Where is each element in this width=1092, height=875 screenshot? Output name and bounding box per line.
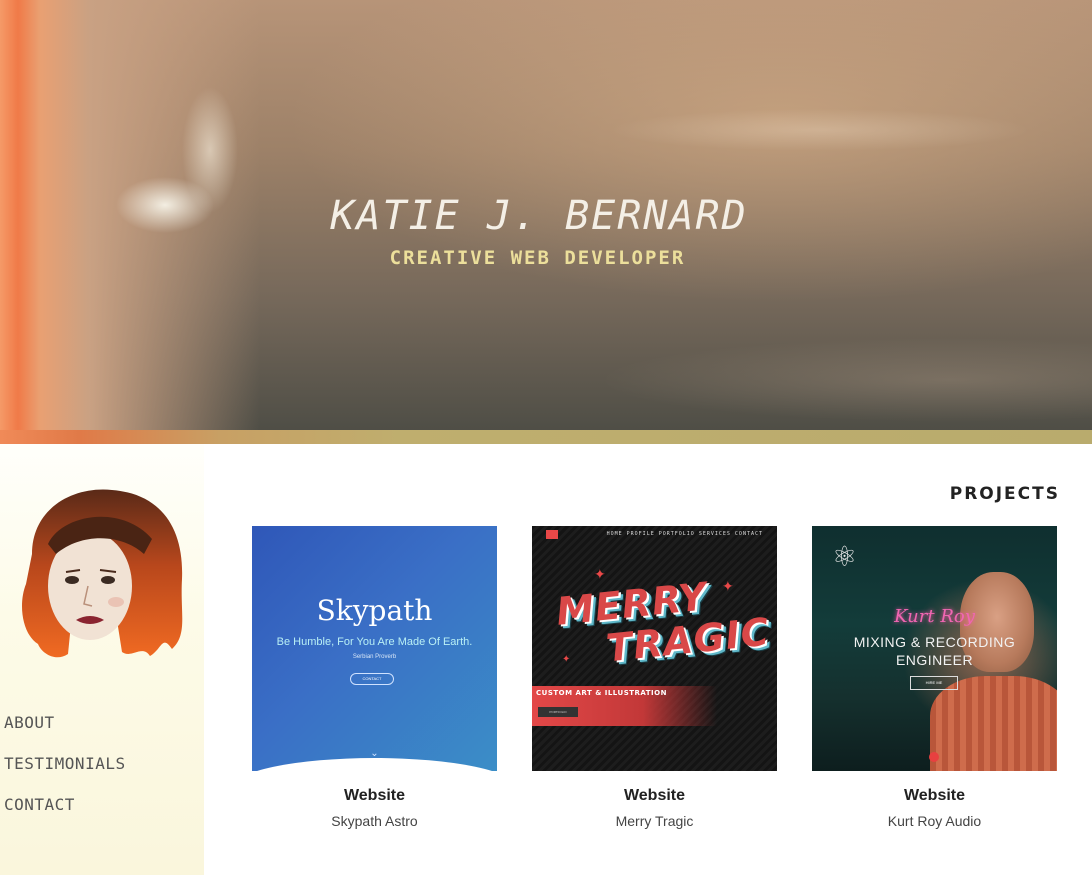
star-icon: ✦ (562, 654, 571, 665)
project-type: Website (623, 787, 686, 804)
thumb-title: MIXING & RECORDING ENGINEER (812, 633, 1057, 669)
project-thumbnail-kurt-roy[interactable]: ⚛ Kurt Roy MIXING & RECORDING ENGINEER H… (812, 526, 1057, 771)
thumb-band-text: CUSTOM ART & ILLUSTRATION (536, 689, 667, 697)
chevron-down-icon: ⌄ (370, 748, 379, 759)
thumb-script-name: Kurt Roy (894, 606, 975, 627)
thumb-nav: HOME PROFILE PORTFOLIO SERVICES CONTACT (606, 531, 763, 537)
thumb-caption: Serbian Proverb (352, 654, 397, 660)
star-icon: ✦ (594, 566, 606, 582)
thumb-hire-button: HIRE ME (910, 676, 958, 690)
project-type: Website (343, 787, 406, 804)
thumb-contact-button: CONTACT (350, 673, 394, 685)
project-card-kurt-roy: ⚛ Kurt Roy MIXING & RECORDING ENGINEER H… (812, 526, 1057, 829)
hero-tagline: CREATIVE WEB DEVELOPER (389, 247, 686, 269)
projects-heading: PROJECTS (949, 484, 1060, 504)
nav-link-testimonials[interactable]: TESTIMONIALS (4, 753, 126, 794)
thumb-title: Skypath (316, 594, 433, 627)
project-name[interactable]: Merry Tragic (532, 813, 777, 829)
thumb-portfolio-button: PORTFOLIO (538, 707, 578, 717)
thumb-subtitle: Be Humble, For You Are Made Of Earth. (276, 636, 473, 648)
project-name[interactable]: Skypath Astro (252, 813, 497, 829)
sidebar-nav: ABOUT TESTIMONIALS CONTACT (4, 712, 126, 835)
atom-icon: ⚛ (832, 541, 858, 572)
nav-link-contact[interactable]: CONTACT (4, 794, 126, 835)
thumb-curve-shape (252, 758, 497, 771)
hero-banner: KATIE J. BERNARD CREATIVE WEB DEVELOPER (0, 0, 1092, 430)
record-dot-icon (929, 752, 939, 762)
thumb-title-line-1: MIXING & RECORDING (853, 634, 1016, 650)
project-card-merry-tragic: HOME PROFILE PORTFOLIO SERVICES CONTACT … (532, 526, 777, 829)
thumb-title-line-2: ENGINEER (895, 652, 974, 668)
sidebar: ABOUT TESTIMONIALS CONTACT (0, 444, 204, 875)
project-thumbnail-merry-tragic[interactable]: HOME PROFILE PORTFOLIO SERVICES CONTACT … (532, 526, 777, 771)
project-name[interactable]: Kurt Roy Audio (812, 813, 1057, 829)
project-thumbnail-skypath[interactable]: Skypath Be Humble, For You Are Made Of E… (252, 526, 497, 771)
avatar-illustration (22, 489, 183, 658)
hero-name: KATIE J. BERNARD (330, 193, 748, 239)
logo-icon (546, 530, 558, 539)
star-icon: ✦ (722, 578, 734, 594)
thumb-portrait-shirt (930, 676, 1057, 771)
hero-divider-stripe (0, 430, 1092, 444)
nav-link-about[interactable]: ABOUT (4, 712, 126, 753)
project-card-skypath: Skypath Be Humble, For You Are Made Of E… (252, 526, 497, 829)
project-type: Website (903, 787, 966, 804)
